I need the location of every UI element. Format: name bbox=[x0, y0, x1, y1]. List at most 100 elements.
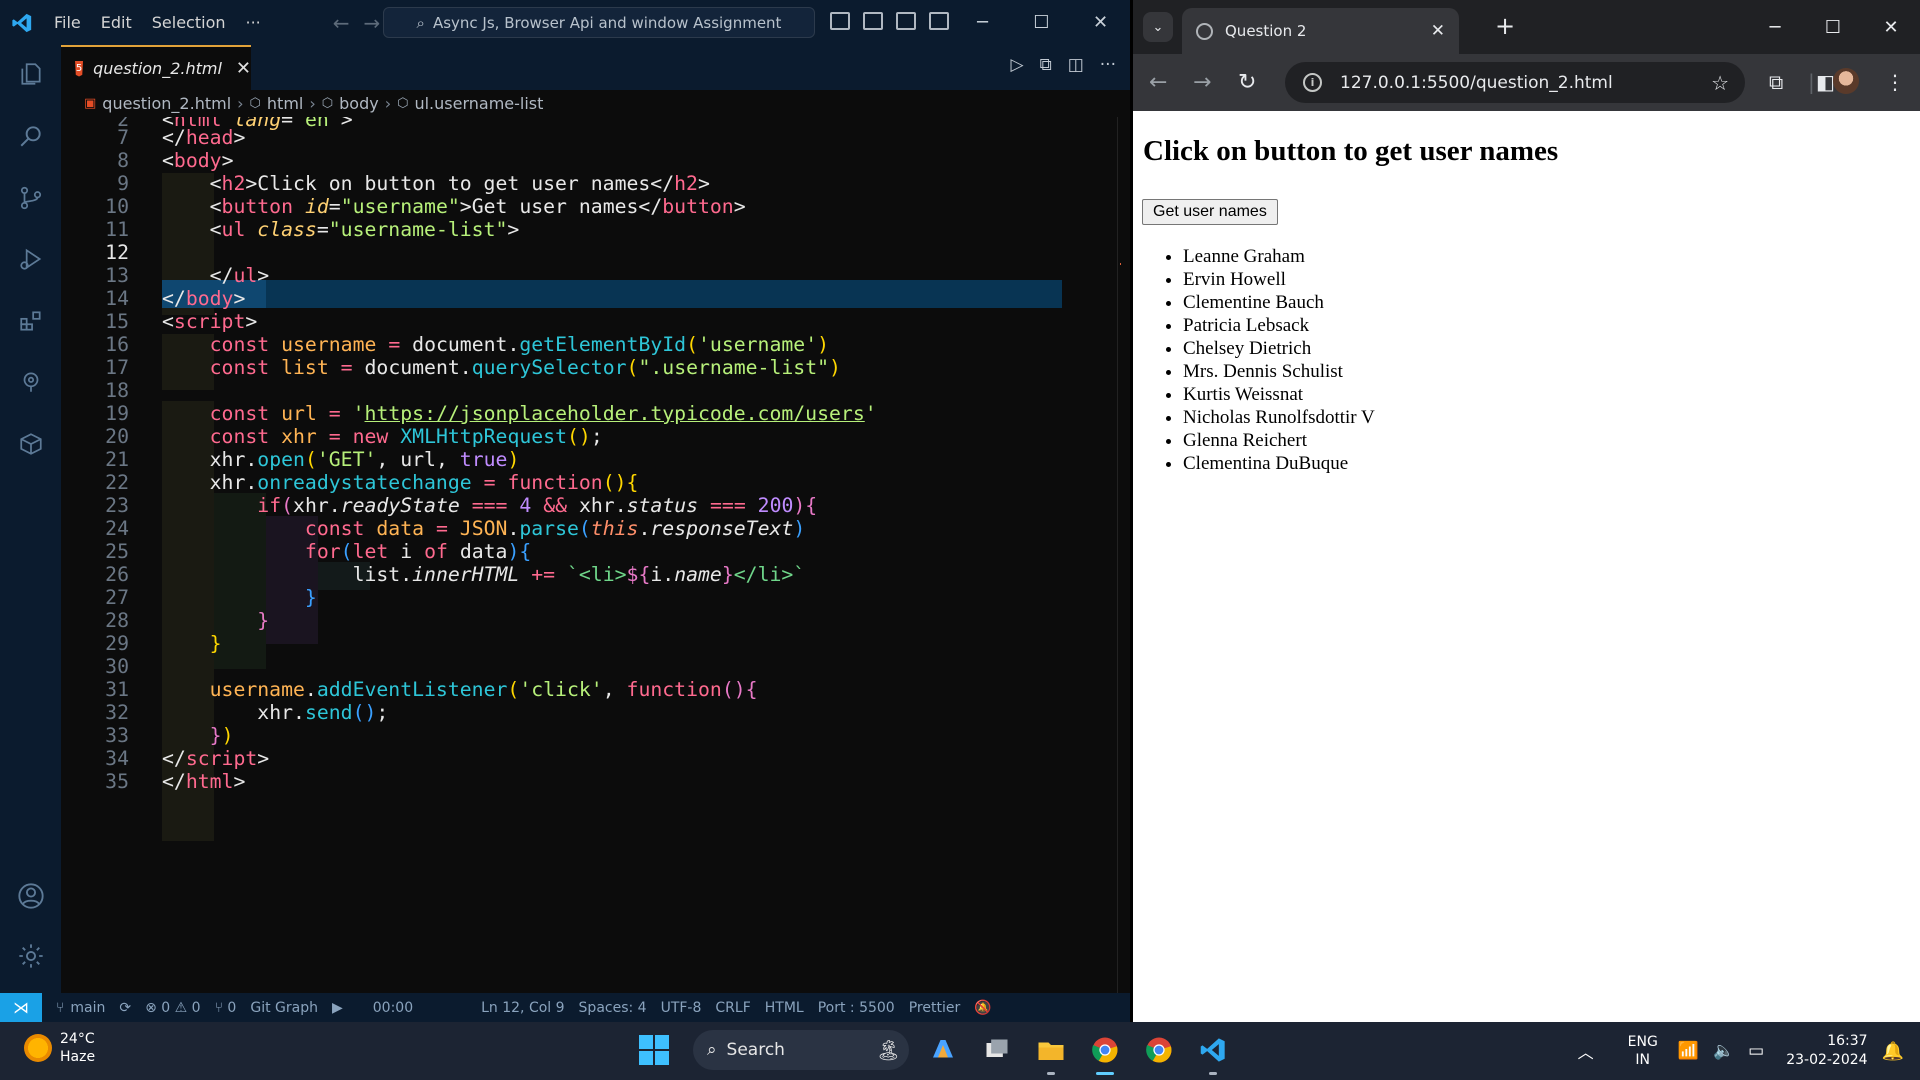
reload-icon[interactable]: ↻ bbox=[1238, 70, 1256, 95]
live-server-port[interactable]: Port : 5500 bbox=[818, 1000, 895, 1016]
line-number: 35 bbox=[105, 770, 129, 793]
chrome-taskbar-icon[interactable] bbox=[1085, 1030, 1125, 1075]
customize-layout-icon[interactable] bbox=[929, 12, 949, 30]
sync-icon[interactable]: ⟳ bbox=[119, 1000, 131, 1016]
web-page: Click on button to get user names Get us… bbox=[1133, 111, 1920, 1022]
notifications-off-icon[interactable]: 🔕 bbox=[974, 1000, 991, 1016]
run-icon[interactable]: ▷ bbox=[1011, 55, 1024, 75]
play-icon[interactable]: ▶ bbox=[332, 1000, 343, 1016]
menu-more[interactable]: ··· bbox=[236, 13, 271, 32]
file-explorer-icon[interactable] bbox=[1031, 1030, 1071, 1075]
source-control-icon[interactable] bbox=[16, 183, 46, 213]
copilot-icon[interactable] bbox=[923, 1030, 963, 1070]
maximize-icon[interactable]: ☐ bbox=[1804, 0, 1862, 54]
more-actions-icon[interactable]: ··· bbox=[1100, 55, 1116, 75]
tab-question-2-html[interactable]: 5 question_2.html ✕ bbox=[61, 45, 251, 90]
system-tray: ︿ ENG IN 📶 🔈 ▭ 16:37 23-02-2024 🔔 bbox=[1578, 1022, 1920, 1080]
battery-icon: ▭ bbox=[1748, 1041, 1765, 1061]
taskbar-search[interactable]: ⌕ Search 🏝 bbox=[693, 1030, 909, 1070]
minimize-icon[interactable]: ─ bbox=[1746, 0, 1804, 54]
element-icon: ⬡ bbox=[321, 96, 334, 111]
quick-settings[interactable]: 📶 🔈 ▭ bbox=[1678, 1041, 1764, 1061]
menu-edit[interactable]: Edit bbox=[91, 13, 142, 32]
minimize-icon[interactable]: ─ bbox=[953, 0, 1012, 45]
git-graph-button[interactable]: Git Graph bbox=[250, 1000, 318, 1016]
code-editor[interactable]: 2 <html lang="en"> 7 </head> 8 <body> 9 <h2… bbox=[61, 117, 1121, 993]
extensions-puzzle-icon[interactable]: ⧉ bbox=[1769, 70, 1783, 94]
remote-explorer-icon[interactable] bbox=[16, 367, 46, 397]
forward-arrow-icon[interactable]: → bbox=[1193, 70, 1211, 95]
list-item: Clementina DuBuque bbox=[1183, 452, 1375, 475]
breadcrumb-ul[interactable]: ul.username-list bbox=[414, 94, 543, 113]
profile-avatar[interactable] bbox=[1833, 68, 1859, 94]
toggle-panel-icon[interactable] bbox=[863, 12, 883, 30]
address-bar[interactable]: i 127.0.0.1:5500/question_2.html ☆ bbox=[1285, 62, 1745, 103]
chrome-profile-taskbar-icon[interactable] bbox=[1139, 1030, 1179, 1070]
windows-start-icon[interactable] bbox=[639, 1035, 669, 1065]
weather-haze-icon bbox=[24, 1034, 52, 1062]
tab-search-chevron-icon[interactable]: ⌄ bbox=[1143, 12, 1173, 42]
run-debug-icon[interactable] bbox=[16, 244, 46, 274]
bookmark-star-icon[interactable]: ☆ bbox=[1711, 71, 1729, 95]
tab-question-2[interactable]: Question 2 ✕ bbox=[1182, 8, 1459, 54]
breadcrumb-file[interactable]: question_2.html bbox=[102, 94, 231, 113]
accounts-icon[interactable] bbox=[16, 881, 46, 911]
get-user-names-button[interactable]: Get user names bbox=[1142, 199, 1278, 225]
vscode-titlebar: File Edit Selection ··· ←→ ⌕ Async Js, B… bbox=[0, 0, 1130, 45]
git-branch[interactable]: main bbox=[70, 1000, 105, 1016]
language-code: ENG bbox=[1627, 1034, 1658, 1050]
package-icon[interactable] bbox=[16, 429, 46, 459]
chevron-up-icon[interactable]: ︿ bbox=[1578, 1039, 1594, 1063]
split-editor-icon[interactable]: ◫ bbox=[1068, 55, 1084, 75]
toggle-sidebar-icon[interactable] bbox=[830, 12, 850, 30]
back-arrow-icon[interactable]: ← bbox=[1149, 70, 1167, 95]
problems-count[interactable]: ⊗ 0 ⚠ 0 bbox=[145, 1000, 200, 1016]
end-of-line[interactable]: CRLF bbox=[715, 1000, 750, 1016]
menu-file[interactable]: File bbox=[44, 13, 91, 32]
extensions-icon[interactable] bbox=[16, 306, 46, 336]
clock[interactable]: 16:37 23-02-2024 bbox=[1786, 1032, 1867, 1070]
settings-gear-icon[interactable] bbox=[16, 941, 46, 971]
url-text[interactable]: 127.0.0.1:5500/question_2.html bbox=[1340, 73, 1613, 93]
more-vertical-icon[interactable]: ⋮ bbox=[1885, 70, 1905, 94]
ports-count[interactable]: ⑂ 0 bbox=[215, 1000, 237, 1016]
close-icon[interactable]: ✕ bbox=[1862, 0, 1920, 54]
task-view-icon[interactable] bbox=[977, 1030, 1017, 1070]
search-icon[interactable] bbox=[16, 121, 46, 151]
command-center-search[interactable]: ⌕ Async Js, Browser Api and window Assig… bbox=[383, 7, 815, 38]
weather-widget[interactable]: 24°C Haze bbox=[24, 1030, 95, 1066]
chrome-window: ⌄ Question 2 ✕ + ─ ☐ ✕ ← → ↻ i 127.0.0.1… bbox=[1133, 0, 1920, 1022]
cursor-position[interactable]: Ln 12, Col 9 bbox=[481, 1000, 564, 1016]
notification-bell-icon[interactable]: 🔔 bbox=[1882, 1041, 1904, 1062]
chrome-window-controls: ─ ☐ ✕ bbox=[1746, 0, 1920, 54]
search-icon: ⌕ bbox=[416, 13, 425, 32]
tab-title: Question 2 bbox=[1225, 22, 1307, 40]
tab-close-icon[interactable]: ✕ bbox=[236, 58, 251, 79]
toggle-secondary-sidebar-icon[interactable] bbox=[896, 12, 916, 30]
editor-actions: ▷ ⧉ ◫ ··· bbox=[1011, 55, 1117, 75]
region-code: IN bbox=[1635, 1052, 1651, 1068]
remote-indicator-icon[interactable]: ⋊ bbox=[0, 993, 42, 1022]
menu-selection[interactable]: Selection bbox=[142, 13, 236, 32]
indentation[interactable]: Spaces: 4 bbox=[579, 1000, 647, 1016]
tab-close-icon[interactable]: ✕ bbox=[1431, 21, 1445, 41]
element-icon: ⬡ bbox=[249, 96, 261, 111]
breadcrumb: ▣ question_2.html › ⬡ html › ⬡ body › ⬡ … bbox=[61, 90, 1130, 117]
language-mode[interactable]: HTML bbox=[765, 1000, 804, 1016]
vscode-taskbar-icon[interactable] bbox=[1193, 1030, 1233, 1075]
explorer-icon[interactable] bbox=[16, 59, 46, 89]
input-language[interactable]: ENG IN bbox=[1628, 1033, 1658, 1069]
maximize-icon[interactable]: ☐ bbox=[1012, 0, 1071, 45]
prettier-status[interactable]: Prettier bbox=[909, 1000, 961, 1016]
weather-temperature: 24°C bbox=[60, 1031, 95, 1047]
site-info-icon[interactable]: i bbox=[1303, 73, 1322, 92]
open-preview-icon[interactable]: ⧉ bbox=[1040, 55, 1052, 75]
close-icon[interactable]: ✕ bbox=[1071, 0, 1130, 45]
list-item: Chelsey Dietrich bbox=[1183, 337, 1375, 360]
username-list: Leanne Graham Ervin Howell Clementine Ba… bbox=[1183, 245, 1375, 475]
encoding[interactable]: UTF-8 bbox=[661, 1000, 702, 1016]
new-tab-plus-icon[interactable]: + bbox=[1495, 14, 1515, 38]
breadcrumb-html[interactable]: html bbox=[267, 94, 303, 113]
breadcrumb-body[interactable]: body bbox=[339, 94, 379, 113]
editor-scrollbar[interactable] bbox=[1117, 117, 1118, 993]
